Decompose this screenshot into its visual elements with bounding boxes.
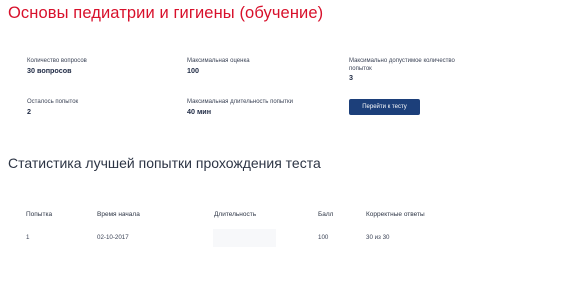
start-test-button[interactable]: Перейти к тесту <box>349 99 420 115</box>
stat-label: Осталось попыток <box>27 99 79 105</box>
table-row: 1 02-10-2017 100 30 из 30 <box>0 232 576 244</box>
stat-questions-count: Количество вопросов 30 вопросов <box>27 58 167 74</box>
cell-correct-answers: 30 из 30 <box>366 234 390 241</box>
stat-attempts-left: Осталось попыток 2 <box>27 99 167 115</box>
best-attempt-title: Статистика лучшей попытки прохождения те… <box>8 155 321 171</box>
stat-value: 2 <box>27 106 31 116</box>
stat-max-duration: Максимальная длительность попытки 40 мин <box>187 99 337 115</box>
stat-label: Максимально допустимое количество попыто… <box>349 58 455 72</box>
stat-label: Максимальная длительность попытки <box>187 99 293 105</box>
stat-max-attempts: Максимально допустимое количество попыто… <box>349 58 474 82</box>
stat-label: Количество вопросов <box>27 58 87 64</box>
cell-start-time: 02-10-2017 <box>97 234 129 241</box>
stat-value: 100 <box>187 65 199 75</box>
table-header: Попытка Время начала Длительность Балл К… <box>0 209 576 221</box>
column-header-duration: Длительность <box>214 211 257 218</box>
stat-label: Максимальная оценка <box>187 58 250 64</box>
column-header-attempt: Попытка <box>26 211 53 218</box>
stat-value: 40 мин <box>187 106 212 116</box>
stat-max-score: Максимальная оценка 100 <box>187 58 327 74</box>
column-header-score: Балл <box>318 211 334 218</box>
column-header-start-time: Время начала <box>97 211 140 218</box>
stat-value: 30 вопросов <box>27 65 72 75</box>
page-title: Основы педиатрии и гигиены (обучение) <box>8 4 324 22</box>
cell-score: 100 <box>318 234 329 241</box>
stat-value: 3 <box>349 73 353 82</box>
cell-attempt: 1 <box>26 234 30 241</box>
column-header-correct-answers: Корректные ответы <box>366 211 425 218</box>
